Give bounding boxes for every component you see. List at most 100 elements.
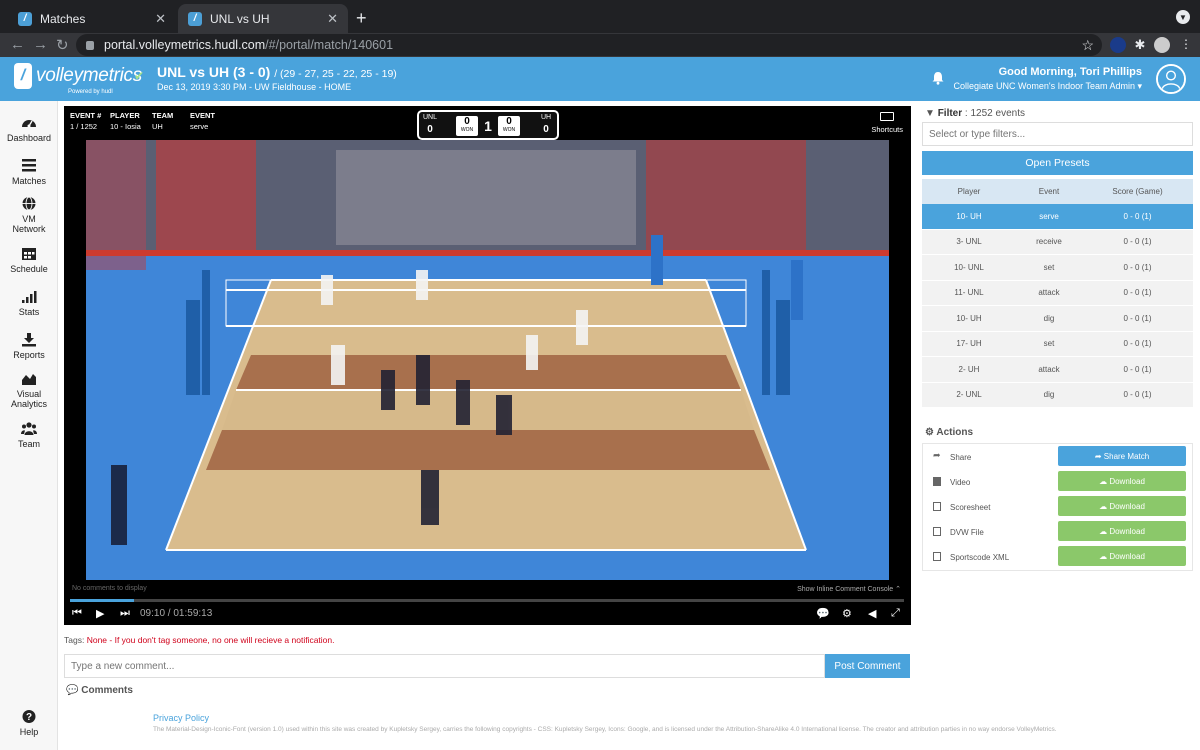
post-comment-button[interactable]: Post Comment xyxy=(825,654,910,678)
event-cell-player: 11- UNL xyxy=(954,288,984,298)
event-cell-score: 0 - 0 (1) xyxy=(1123,288,1152,298)
fullscreen-icon[interactable]: ⤢ xyxy=(891,607,900,620)
tab-search-icon[interactable]: ▼ xyxy=(1176,10,1190,24)
action-row-dvw: DVW File ☁ Download xyxy=(923,521,1194,543)
sidebar-item-label: Schedule xyxy=(10,264,48,274)
no-comments-text: No comments to display xyxy=(72,585,147,592)
user-avatar[interactable] xyxy=(1156,64,1186,94)
play-icon[interactable]: ▶ xyxy=(96,607,104,620)
event-row[interactable]: 17- UH set 0 - 0 (1) xyxy=(922,331,1193,357)
volleymetrics-logo[interactable]: / volleymetrics Powered by hudl xyxy=(14,63,142,95)
event-cell-event: set xyxy=(1043,262,1055,272)
notification-bell-icon[interactable] xyxy=(931,71,945,85)
verified-check-icon: ✔ xyxy=(134,69,145,83)
extension-icon[interactable] xyxy=(1110,37,1126,53)
share-match-button[interactable]: ➦ Share Match xyxy=(1058,446,1186,466)
sidebar: Dashboard Matches VM Network Schedule St… xyxy=(0,101,58,750)
download-video-button[interactable]: ☁ Download xyxy=(1058,471,1186,491)
new-tab-icon[interactable]: + xyxy=(356,8,367,29)
download-scoresheet-button[interactable]: ☁ Download xyxy=(1058,496,1186,516)
event-cell-score: 0 - 0 (1) xyxy=(1123,237,1152,247)
score-left-sets: 0 xyxy=(427,124,433,135)
event-cell-event: dig xyxy=(1043,313,1055,323)
event-row[interactable]: 2- UNL dig 0 - 0 (1) xyxy=(922,382,1193,408)
video-progress-bar[interactable] xyxy=(70,599,904,602)
sidebar-item-vm-network[interactable]: VM Network xyxy=(0,196,58,234)
puzzle-extensions-icon[interactable]: ✱ xyxy=(1132,37,1148,53)
event-number: EVENT #1 / 1252 xyxy=(70,111,102,131)
sidebar-item-label: Matches xyxy=(11,176,46,186)
comments-icon[interactable]: 💬 xyxy=(816,607,830,620)
download-dvw-button[interactable]: ☁ Download xyxy=(1058,521,1186,541)
event-player: PLAYER 10 - Iosia xyxy=(110,111,141,131)
inline-comment-console-toggle[interactable]: Show Inline Comment Console ⌃ xyxy=(797,585,901,593)
sidebar-item-schedule[interactable]: Schedule xyxy=(0,246,58,274)
sidebar-item-dashboard[interactable]: Dashboard xyxy=(0,115,58,143)
volleymetrics-favicon-icon: / xyxy=(188,11,202,26)
browser-tab-matches[interactable]: / Matches ✕ xyxy=(8,4,176,33)
privacy-policy-link[interactable]: Privacy Policy xyxy=(153,713,209,723)
settings-gear-icon[interactable]: ⚙ xyxy=(842,607,852,620)
reload-icon[interactable]: ↻ xyxy=(56,36,69,54)
user-role[interactable]: Collegiate UNC Women's Indoor Team Admin… xyxy=(954,81,1143,92)
event-row[interactable]: 3- UNL receive 0 - 0 (1) xyxy=(922,229,1193,255)
bookmark-star-icon[interactable]: ☆ xyxy=(1081,37,1094,54)
event-cell-event: attack xyxy=(1038,364,1060,374)
event-cell-event: serve xyxy=(1039,211,1059,221)
sidebar-item-visual-analytics[interactable]: Visual Analytics xyxy=(0,371,58,409)
sidebar-item-matches[interactable]: Matches xyxy=(0,158,58,186)
browser-tab-match[interactable]: / UNL vs UH ✕ xyxy=(178,4,348,33)
volume-icon[interactable]: ◀ xyxy=(868,607,876,620)
open-presets-button[interactable]: Open Presets xyxy=(922,151,1193,175)
back-icon[interactable]: ← xyxy=(10,36,25,53)
video-player[interactable]: EVENT #1 / 1252 PLAYER 10 - Iosia TEAM UH … xyxy=(64,106,911,625)
filter-input[interactable] xyxy=(922,122,1193,146)
event-row[interactable]: 10- UH dig 0 - 0 (1) xyxy=(922,306,1193,332)
event-cell-player: 10- UH xyxy=(956,211,982,221)
column-header-event: Event xyxy=(1038,187,1060,196)
score-left-team: UNL xyxy=(422,114,437,121)
event-row[interactable]: 10- UNL set 0 - 0 (1) xyxy=(922,255,1193,281)
close-tab-icon[interactable]: ✕ xyxy=(327,11,338,27)
skip-forward-icon[interactable]: ⏭ xyxy=(120,607,130,620)
score-set-number: 1 xyxy=(484,118,492,134)
actions-panel: ➦ Share ➦ Share Match Video ☁ Download S… xyxy=(922,443,1193,571)
comment-input[interactable] xyxy=(64,654,825,678)
tags-warning: None - If you don't tag someone, no one … xyxy=(86,635,335,645)
browser-menu-icon[interactable]: ⋮ xyxy=(1178,37,1194,53)
event-row[interactable]: 2- UH attack 0 - 0 (1) xyxy=(922,357,1193,383)
volleymetrics-favicon-icon: / xyxy=(18,11,32,26)
score-right-points: 0 WON xyxy=(498,116,520,136)
globe-icon xyxy=(22,196,36,211)
volleyball-court-video-frame xyxy=(86,140,889,580)
sidebar-item-stats[interactable]: Stats xyxy=(0,289,58,317)
skip-back-icon[interactable]: ⏮ xyxy=(72,607,82,620)
download-sportscode-button[interactable]: ☁ Download xyxy=(1058,546,1186,566)
sidebar-item-label: Team xyxy=(17,439,40,449)
logo-text: volleymetrics xyxy=(36,65,142,86)
event-cell-score: 0 - 0 (1) xyxy=(1123,390,1152,400)
event-cell-player: 3- UNL xyxy=(956,237,982,247)
share-icon: ➦ xyxy=(933,450,941,460)
video-icon xyxy=(933,477,941,486)
profile-icon[interactable] xyxy=(1154,37,1170,53)
file-icon xyxy=(933,502,941,511)
sidebar-item-reports[interactable]: Reports xyxy=(0,332,58,360)
scoreboard: UNL 0 0 WON 1 0 WON UH 0 xyxy=(417,110,559,140)
sidebar-item-team[interactable]: Team xyxy=(0,421,58,449)
user-greeting[interactable]: Good Morning, Tori Phillips Collegiate U… xyxy=(954,66,1143,92)
calendar-icon xyxy=(22,248,36,260)
sidebar-item-label: Visual Analytics xyxy=(10,389,47,409)
forward-icon[interactable]: → xyxy=(33,36,48,53)
event-cell-player: 10- UH xyxy=(956,313,982,323)
action-row-share: ➦ Share ➦ Share Match xyxy=(923,446,1194,468)
sidebar-item-help[interactable]: ? Help xyxy=(0,709,58,737)
close-tab-icon[interactable]: ✕ xyxy=(155,11,166,27)
address-bar[interactable]: portal.volleymetrics.hudl.com/#/portal/m… xyxy=(76,34,1102,56)
event-row[interactable]: 11- UNL attack 0 - 0 (1) xyxy=(922,280,1193,306)
bar-chart-icon xyxy=(22,291,37,303)
filter-funnel-icon: ▼ xyxy=(925,108,935,119)
event-cell-event: attack xyxy=(1038,288,1060,298)
shortcuts-button[interactable]: Shortcuts xyxy=(871,112,903,134)
event-row[interactable]: 10- UH serve 0 - 0 (1) xyxy=(922,204,1193,230)
